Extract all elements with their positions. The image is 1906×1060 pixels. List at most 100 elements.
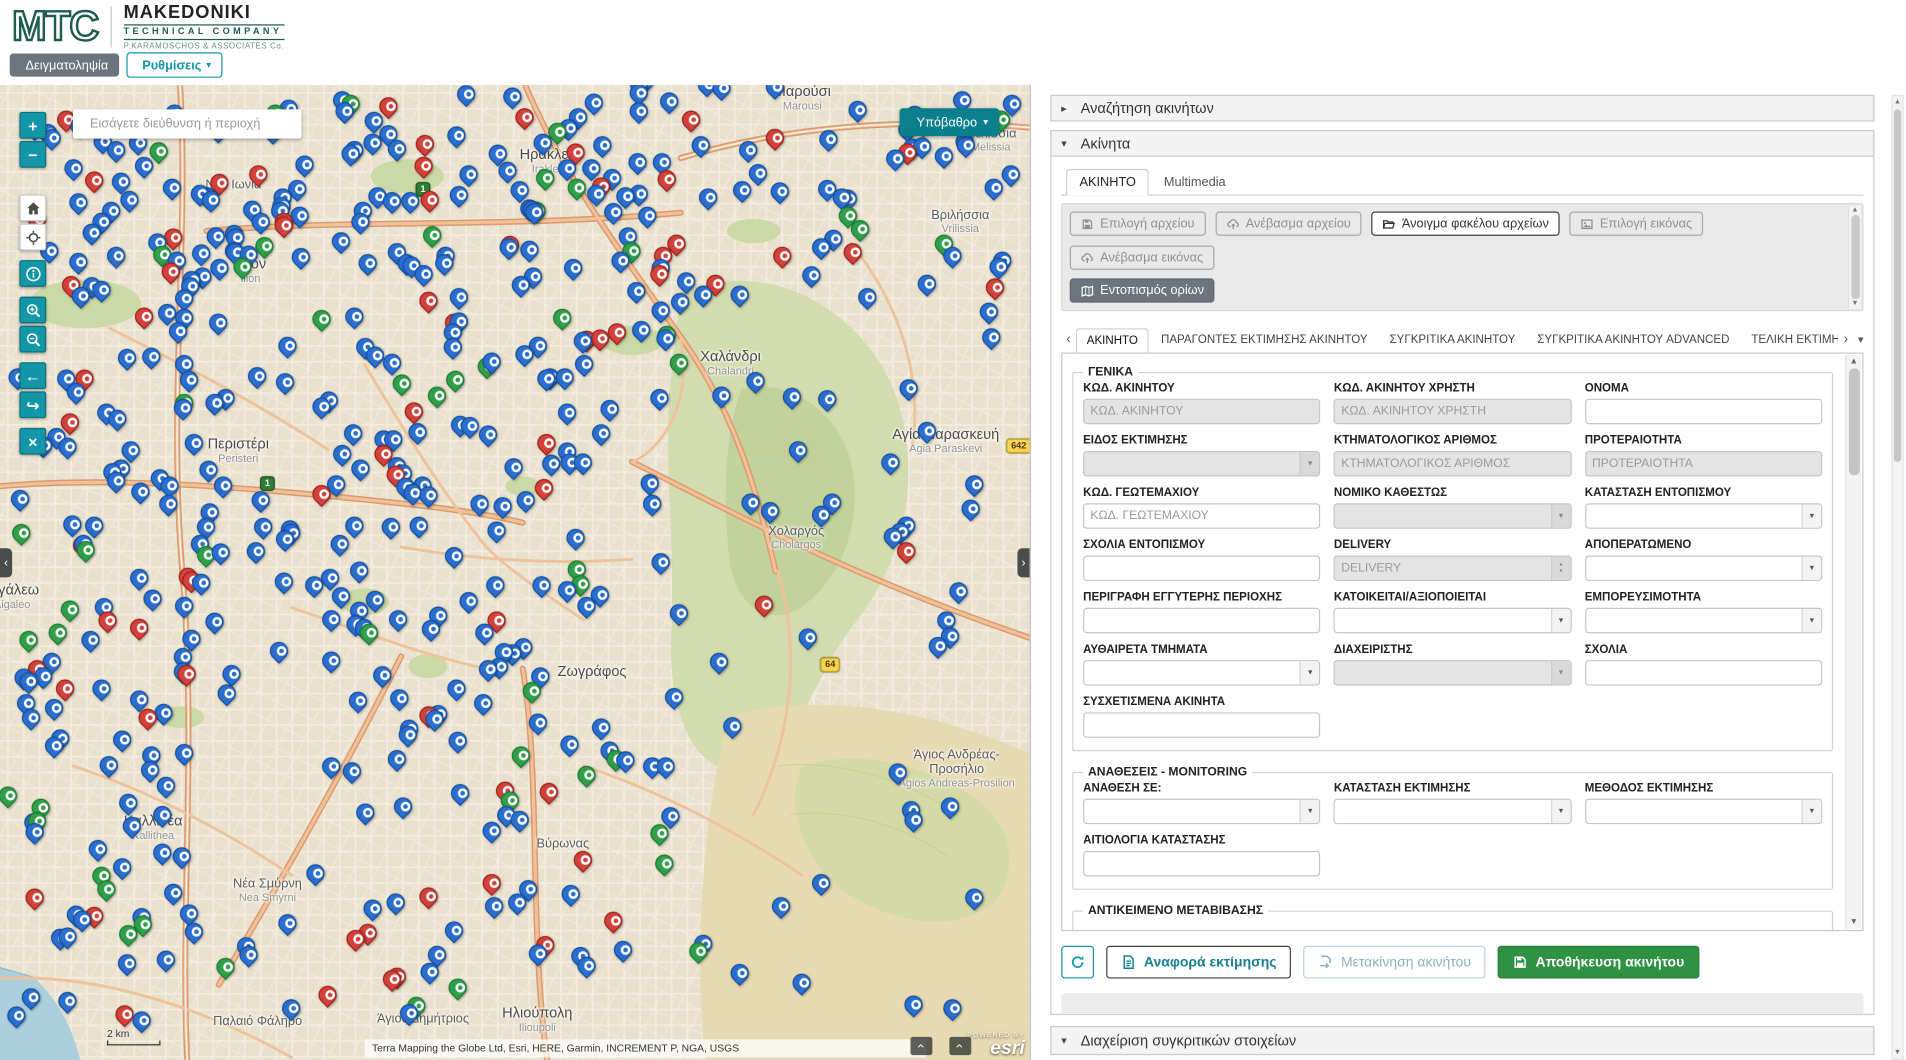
- tab-property[interactable]: ΑΚΙΝΗΤΟ: [1066, 169, 1149, 196]
- tab-multimedia[interactable]: Multimedia: [1152, 170, 1238, 194]
- dropdown-arrow-icon[interactable]: ▼: [1300, 800, 1319, 823]
- accordion-search-properties[interactable]: ▸ Αναζήτηση ακινήτων: [1050, 95, 1874, 122]
- input-ktimatologikos-arithmos: [1334, 451, 1571, 477]
- zoom-in-button[interactable]: +: [19, 112, 46, 139]
- map-search-input[interactable]: [88, 115, 293, 132]
- form-scrollbar[interactable]: ▲ ▼: [1845, 355, 1861, 929]
- accordion-comparables[interactable]: ▾ Διαχείριση συγκριτικών στοιχείων: [1050, 1026, 1874, 1055]
- input-kod-geotemaxiou[interactable]: [1083, 503, 1320, 529]
- select-methodos-ektimisis[interactable]: ▼: [1585, 799, 1822, 825]
- select-input-katoikeitai-axiopoieitai[interactable]: [1334, 608, 1571, 634]
- upload-image-button: Ανέβασμα εικόνας: [1070, 246, 1214, 270]
- scroll-up-icon[interactable]: ▲: [1851, 207, 1858, 214]
- tab-teliki-ektimisi[interactable]: ΤΕΛΙΚΗ ΕΚΤΙΜΗΣΗ: [1742, 328, 1839, 352]
- input-perigrafi-eggyteris-perioxis[interactable]: [1083, 608, 1320, 634]
- tab-sygkritika-advanced[interactable]: ΣΥΓΚΡΙΤΙΚΑ ΑΚΙΝΗΤΟΥ ADVANCED: [1528, 328, 1740, 352]
- scroll-up-icon[interactable]: ▲: [1850, 357, 1858, 366]
- dropdown-arrow-icon[interactable]: ▼: [1802, 800, 1821, 823]
- scroll-down-icon[interactable]: ▼: [1851, 300, 1858, 307]
- refresh-button[interactable]: [1061, 946, 1094, 979]
- select-apoperatomeno[interactable]: ▼: [1585, 556, 1822, 582]
- valuation-report-button[interactable]: Αναφορά εκτίμησης: [1106, 946, 1291, 979]
- select-katastasi-ektimisis[interactable]: ▼: [1334, 799, 1571, 825]
- collapse-panel-handle[interactable]: ›: [1017, 548, 1029, 577]
- input-sxolia-entopismou[interactable]: [1083, 556, 1320, 582]
- zoom-out-button[interactable]: −: [19, 141, 46, 168]
- dropdown-arrow-icon[interactable]: ▼: [1802, 557, 1821, 580]
- input-aitiologia-katastasis[interactable]: [1083, 851, 1320, 877]
- info-button[interactable]: [19, 260, 46, 287]
- chevron-up-button[interactable]: ›: [910, 1037, 932, 1055]
- select-katoikeitai-axiopoieitai[interactable]: ▼: [1334, 608, 1571, 634]
- tab-akinito[interactable]: ΑΚΙΝΗΤΟ: [1076, 328, 1149, 352]
- select-katastasi-entopismou[interactable]: ▼: [1585, 503, 1822, 529]
- select-input-apoperatomeno[interactable]: [1585, 556, 1822, 582]
- locate-bounds-button[interactable]: Εντοπισμός ορίων: [1070, 278, 1215, 302]
- field-label-aitiologia-katastasis: ΑΙΤΙΟΛΟΓΙΑ ΚΑΤΑΣΤΑΣΗΣ: [1083, 834, 1320, 847]
- field-katastasi-entopismou: ΚΑΤΑΣΤΑΣΗ ΕΝΤΟΠΙΣΜΟΥ▼: [1585, 486, 1822, 529]
- header: MTC MAKEDONIKI TECHNICAL COMPANY P.KARAM…: [0, 0, 1906, 85]
- input-onoma[interactable]: [1585, 399, 1822, 425]
- panel-scrollbar[interactable]: ▲ ▼: [1891, 95, 1903, 1060]
- scrollbar-thumb[interactable]: [1894, 109, 1901, 462]
- select-authaireta-tmimata[interactable]: ▼: [1083, 660, 1320, 686]
- select-input-methodos-ektimisis[interactable]: [1585, 799, 1822, 825]
- field-ktimatologikos-arithmos: ΚΤΗΜΑΤΟΛΟΓΙΚΟΣ ΑΡΙΘΜΟΣ: [1334, 434, 1571, 477]
- select-eidos-ektimisis: ▼: [1083, 451, 1320, 477]
- zoom-out-tool-button[interactable]: [19, 326, 46, 353]
- tabs-scroll-left-icon[interactable]: ‹: [1061, 332, 1076, 347]
- field-label-anathesi-se: ΑΝΑΘΕΣΗ ΣΕ:: [1083, 782, 1320, 795]
- tabs-overflow-icon[interactable]: ▾: [1858, 332, 1864, 345]
- input-sysxetismena-akinita[interactable]: [1083, 712, 1320, 738]
- left-panel-handle[interactable]: ‹: [0, 548, 12, 577]
- field-proteraiotita: ΠΡΟΤΕΡΑΙΟΤΗΤΑ: [1585, 434, 1822, 477]
- report-icon: [1121, 954, 1137, 970]
- dropdown-arrow-icon[interactable]: ▼: [1551, 800, 1570, 823]
- scroll-down-icon[interactable]: ▼: [1850, 918, 1858, 927]
- sampling-button[interactable]: Δειγματοληψία: [10, 53, 119, 76]
- select-anathesi-se[interactable]: ▼: [1083, 799, 1320, 825]
- select-input-katastasi-ektimisis[interactable]: [1334, 799, 1571, 825]
- scrollbar-thumb[interactable]: [1848, 368, 1859, 475]
- field-label-emporeusimotita: ΕΜΠΟΡΕΥΣΙΜΟΤΗΤΑ: [1585, 591, 1822, 604]
- scroll-down-icon[interactable]: ▼: [1894, 1049, 1901, 1056]
- settings-button[interactable]: Ρυθμίσεις ▾: [126, 52, 222, 78]
- input-sxolia[interactable]: [1585, 660, 1822, 686]
- chevron-up-button[interactable]: ›: [949, 1037, 971, 1055]
- field-label-delivery: DELIVERY: [1334, 539, 1571, 552]
- dropdown-arrow-icon[interactable]: ▼: [1802, 504, 1821, 527]
- locate-button[interactable]: [19, 224, 46, 251]
- close-tools-button[interactable]: ×: [19, 428, 46, 455]
- basemap-button[interactable]: Υπόβαθρο ▾: [900, 108, 1000, 136]
- zoom-in-tool-button[interactable]: [19, 297, 46, 324]
- scroll-up-icon[interactable]: ▲: [1894, 98, 1901, 105]
- dropdown-arrow-icon[interactable]: ▼: [1300, 661, 1319, 684]
- mtc-logo: MTC: [12, 3, 98, 52]
- logo-divider: [110, 6, 111, 47]
- tabs-scroll-right-icon[interactable]: ›: [1839, 332, 1854, 347]
- select-input-katastasi-entopismou[interactable]: [1585, 503, 1822, 529]
- previous-extent-button[interactable]: ←: [19, 362, 46, 389]
- info-icon: [25, 266, 41, 282]
- accordion-properties[interactable]: ▾ Ακίνητα: [1050, 130, 1874, 157]
- tab-sygkritika[interactable]: ΣΥΓΚΡΙΤΙΚΑ ΑΚΙΝΗΤΟΥ: [1380, 328, 1525, 352]
- header-toolbar: Δειγματοληψία Ρυθμίσεις ▾: [10, 52, 222, 78]
- map[interactable]: ΜαρούσιMarousiΜελίσσιαMelissiaΗράκλειοIr…: [0, 85, 1031, 1060]
- select-input-nomiko-kathestos: [1334, 503, 1571, 529]
- open-file-folder-button[interactable]: Άνοιγμα φακέλου αρχείων: [1371, 212, 1559, 236]
- select-input-authaireta-tmimata[interactable]: [1083, 660, 1320, 686]
- fieldset-anatheseis: ΑΝΑΘΕΣΕΙΣ - MONITORINGΑΝΑΘΕΣΗ ΣΕ:▼ΚΑΤΑΣΤ…: [1072, 766, 1833, 890]
- toolbar-scrollbar[interactable]: ▲ ▼: [1848, 205, 1861, 308]
- basemap-button-label: Υπόβαθρο: [917, 115, 978, 130]
- move-property-button: Μετακίνηση ακινήτου: [1303, 946, 1485, 979]
- next-extent-button[interactable]: ↪: [19, 391, 46, 418]
- select-input-emporeusimotita[interactable]: [1585, 608, 1822, 634]
- tab-paragontes-ektimisis[interactable]: ΠΑΡΑΓΟΝΤΕΣ ΕΚΤΙΜΗΣΗΣ ΑΚΙΝΗΤΟΥ: [1151, 328, 1377, 352]
- select-emporeusimotita[interactable]: ▼: [1585, 608, 1822, 634]
- home-button[interactable]: [19, 194, 46, 221]
- save-property-button[interactable]: Αποθήκευση ακινήτου: [1498, 946, 1699, 979]
- dropdown-arrow-icon[interactable]: ▼: [1551, 609, 1570, 632]
- dropdown-arrow-icon[interactable]: ▼: [1802, 609, 1821, 632]
- select-input-anathesi-se[interactable]: [1083, 799, 1320, 825]
- scrollbar-thumb[interactable]: [1851, 215, 1860, 299]
